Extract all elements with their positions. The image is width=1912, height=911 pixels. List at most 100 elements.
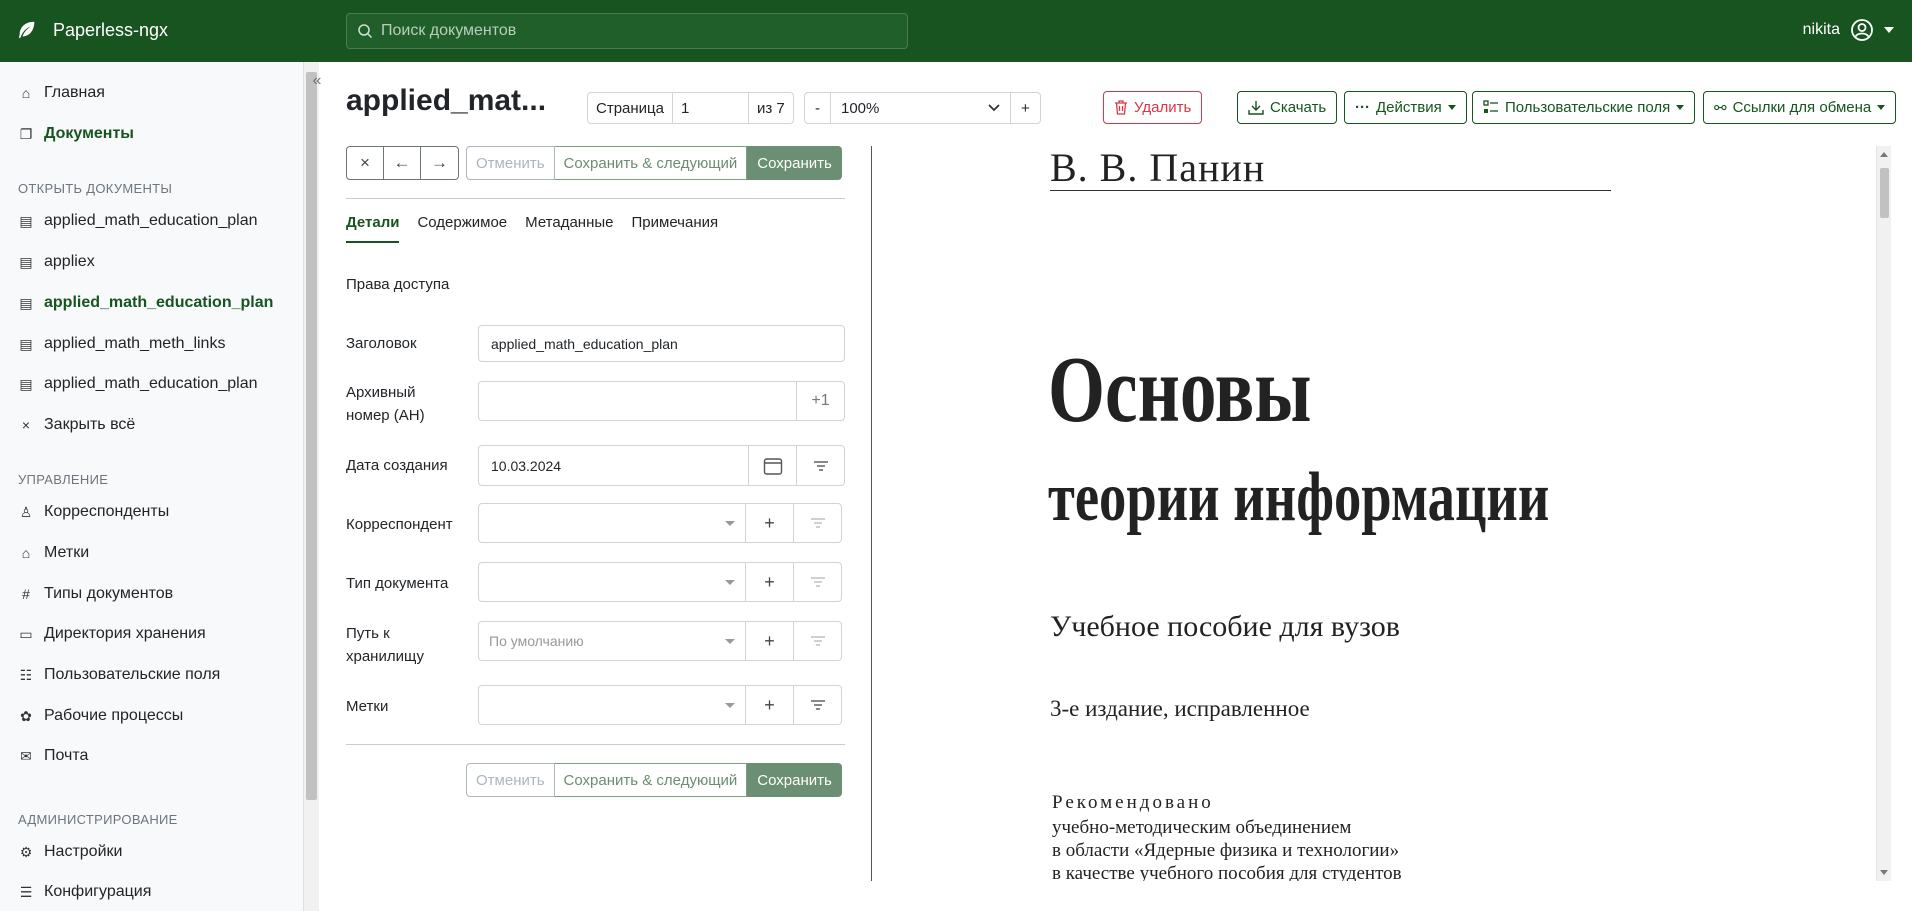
open-doc-item[interactable]: ▤ applied_math_education_plan [18,212,257,230]
file-text-icon: ▤ [19,336,33,352]
tab-metadata[interactable]: Метаданные [525,214,613,243]
sidebar-item-settings[interactable]: ⚙ Настройки [18,843,123,861]
ui-checks-icon: ☷ [19,667,33,683]
add-tag-button[interactable]: + [745,686,793,724]
page-number-input[interactable]: 1 [673,93,749,123]
close-doc-button[interactable]: × [347,147,384,179]
cancel-button[interactable]: Отменить [466,146,555,180]
calendar-button[interactable] [748,446,796,485]
close-icon: × [21,417,31,433]
title-field[interactable]: applied_math_education_plan [478,325,845,362]
add-doctype-button[interactable]: + [745,563,793,601]
collapse-sidebar-button[interactable]: « [306,70,328,92]
sidebar-scrollbar[interactable] [304,62,319,911]
share-links-dropdown[interactable]: ⚯ Ссылки для обмена [1703,91,1897,124]
tab-notes[interactable]: Примечания [632,214,719,243]
add-correspondent-button[interactable]: + [745,504,793,542]
search-input[interactable] [381,22,901,40]
save-button[interactable]: Сохранить [747,763,842,797]
correspondent-select[interactable]: + [478,503,842,543]
tags-filter-button[interactable] [793,686,841,724]
sidebar-item-correspondents[interactable]: ♙ Корреспонденты [18,503,170,521]
chevron-down-icon [988,104,1000,112]
zoom-in-button[interactable]: + [1011,93,1040,123]
tab-details[interactable]: Детали [346,214,400,243]
caret-down-icon [725,520,735,526]
leaf-logo-icon[interactable] [16,19,38,41]
zoom-select[interactable]: 100% [831,93,1011,123]
page-label: Страница [588,93,673,123]
tags-icon: ⌂ [21,545,31,561]
caret-down-icon [1447,105,1456,110]
preview-edition: 3-е издание, исправленное [1050,696,1310,721]
sidebar-item-workflows[interactable]: ✿ Рабочие процессы [18,707,183,725]
caret-down-icon [1877,105,1886,110]
delete-button[interactable]: Удалить [1103,91,1203,124]
caret-down-icon [725,702,735,708]
save-next-button[interactable]: Сохранить & следующий [554,763,748,797]
tags-select[interactable]: + [478,685,842,725]
gear-icon: ⚙ [19,844,33,860]
file-text-icon: ▤ [19,295,33,311]
sidebar-item-mail[interactable]: ✉ Почта [18,747,88,765]
storage-select[interactable]: По умолчанию + [478,621,842,661]
correspondent-label: Корреспондент [346,516,453,533]
add-storage-button[interactable]: + [745,622,793,660]
doctype-filter-button[interactable] [793,563,841,601]
doctype-select[interactable]: + [478,562,842,602]
sliders-icon: ☰ [19,884,33,900]
global-search[interactable] [346,13,908,49]
open-doc-item[interactable]: ▤ appliex [18,253,94,271]
tab-content[interactable]: Содержимое [417,214,507,243]
download-button[interactable]: Скачать [1237,91,1338,124]
scroll-up-icon[interactable] [1880,152,1888,157]
custom-fields-dropdown[interactable]: Пользовательские поля [1472,91,1696,124]
permissions-link[interactable]: Права доступа [346,276,449,293]
preview-rec-lines: учебно-методическим объединением в облас… [1052,817,1402,881]
save-next-button[interactable]: Сохранить & следующий [554,146,748,180]
user-menu[interactable]: nikita [1803,18,1894,42]
scrollbar-thumb[interactable] [1880,168,1889,218]
open-doc-item-active[interactable]: ▤ applied_math_education_plan [18,294,273,312]
file-text-icon: ▤ [19,254,33,270]
documents-icon: ❐ [19,126,33,142]
link-icon: ⚯ [1714,99,1727,117]
sidebar-item-documents[interactable]: ❐ Документы [18,125,134,143]
save-button[interactable]: Сохранить [747,146,842,180]
correspondent-filter-button[interactable] [793,504,841,542]
created-input[interactable]: 10.03.2024 [479,458,748,474]
scroll-down-icon[interactable] [1880,870,1888,875]
asn-label: Архивный номер (АН) [346,384,425,424]
caret-down-icon [725,638,735,644]
date-filter-button[interactable] [796,446,844,485]
scrollbar-thumb[interactable] [306,72,317,800]
document-preview[interactable]: В. В. Панин Основы теории информации Уче… [872,146,1877,881]
filter-icon [810,518,825,528]
preview-scrollbar[interactable] [1876,146,1891,881]
sidebar-item-storage-paths[interactable]: ▭ Директория хранения [18,625,205,643]
sidebar-item-custom-fields[interactable]: ☷ Пользовательские поля [18,666,221,684]
title-input[interactable]: applied_math_education_plan [479,336,844,352]
sidebar-item-tags[interactable]: ⌂ Метки [18,544,89,562]
close-all-button[interactable]: × Закрыть всё [18,416,135,434]
detail-tabs: Детали Содержимое Метаданные Примечания [346,214,718,243]
sidebar-item-document-types[interactable]: # Типы документов [18,585,173,603]
open-doc-item[interactable]: ▤ applied_math_meth_links [18,335,225,353]
actions-dropdown[interactable]: ··· Действия [1344,91,1467,124]
cancel-button[interactable]: Отменить [466,763,555,797]
preview-subtitle: Учебное пособие для вузов [1050,610,1400,643]
asn-field[interactable]: +1 [478,381,845,421]
app-brand[interactable]: Paperless-ngx [53,20,168,41]
sidebar-item-home[interactable]: ⌂ Главная [18,84,105,102]
open-doc-item[interactable]: ▤ applied_math_education_plan [18,375,257,393]
sidebar-item-configuration[interactable]: ☰ Конфигурация [18,883,152,901]
created-field[interactable]: 10.03.2024 [478,445,845,486]
page-navigator: Страница 1 из 7 [587,92,794,124]
asn-increment-button[interactable]: +1 [796,382,844,420]
next-doc-button[interactable]: → [421,147,458,179]
tags-label: Метки [346,698,389,715]
download-icon [1248,101,1264,115]
zoom-out-button[interactable]: - [805,93,831,123]
storage-filter-button[interactable] [793,622,841,660]
prev-doc-button[interactable]: ← [384,147,421,179]
